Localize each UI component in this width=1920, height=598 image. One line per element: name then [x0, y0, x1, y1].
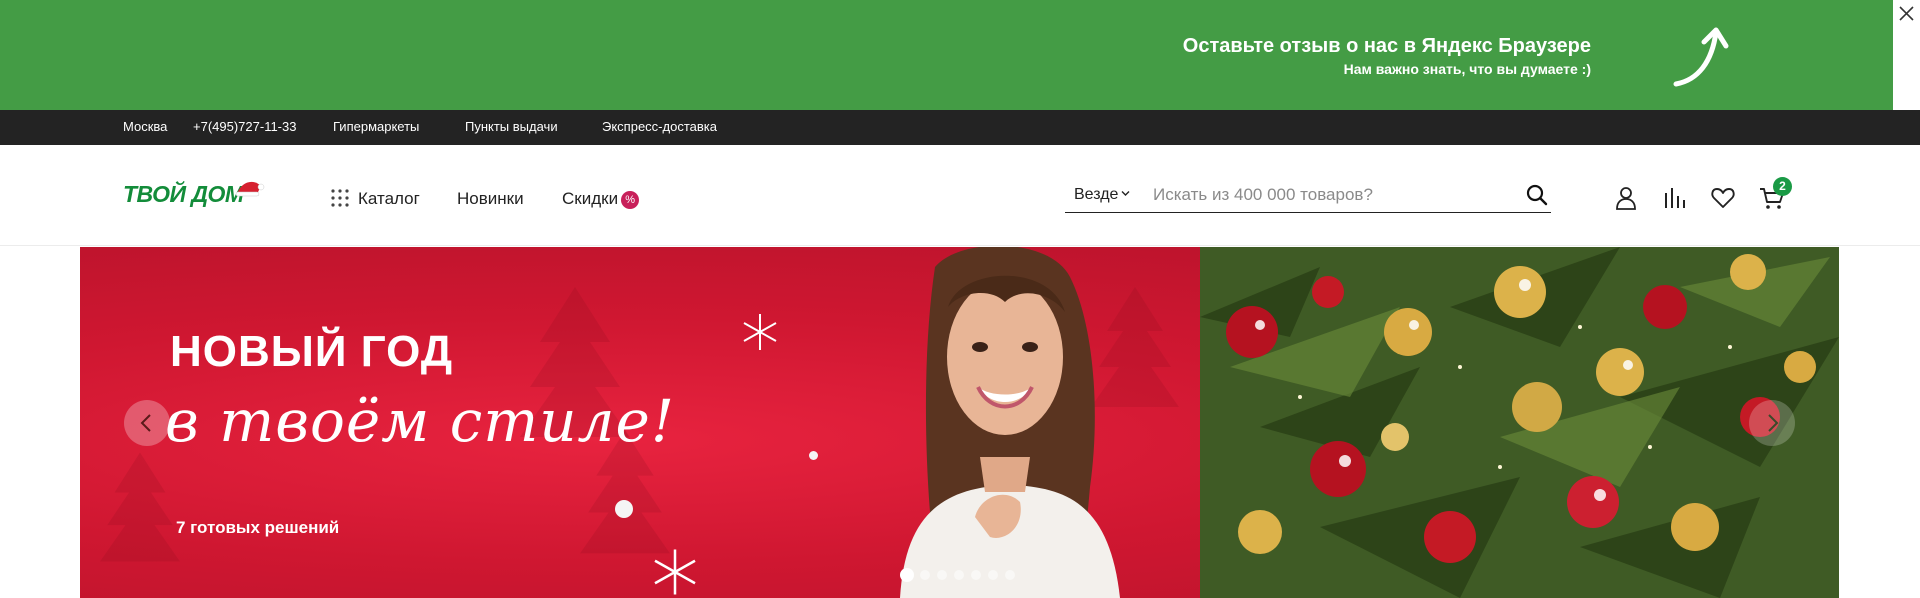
- logo-text: ТВОЙ ДОМ: [123, 181, 244, 207]
- christmas-tree-photo: [1200, 247, 1839, 598]
- catalog-grid-icon[interactable]: [330, 188, 350, 208]
- slider-next-button[interactable]: [1749, 400, 1795, 446]
- top-bar: Москва +7(495)727-11-33 Гипермаркеты Пун…: [0, 110, 1920, 145]
- promo-subtitle: Нам важно знать, что вы думаете :): [1343, 61, 1591, 77]
- nav-sale[interactable]: Скидки%: [562, 189, 640, 209]
- snow-ball: [615, 500, 633, 518]
- slider-prev-button[interactable]: [124, 400, 170, 446]
- nav-new[interactable]: Новинки: [457, 189, 524, 209]
- sale-badge: %: [621, 191, 640, 209]
- search-input[interactable]: [1153, 181, 1503, 209]
- snow-ball: [809, 451, 818, 460]
- chevron-down-icon: [1121, 191, 1130, 196]
- search-bar: Везде: [1065, 177, 1551, 213]
- topbar-link-hypermarkets[interactable]: Гипермаркеты: [333, 119, 419, 134]
- search-icon[interactable]: [1526, 184, 1548, 206]
- nav-catalog[interactable]: Каталог: [358, 189, 420, 209]
- arrow-up-right-icon: [1673, 27, 1729, 87]
- search-scope-dropdown[interactable]: Везде: [1074, 186, 1130, 204]
- heart-icon[interactable]: [1710, 185, 1736, 211]
- yandex-review-promo[interactable]: Оставьте отзыв о нас в Яндекс Браузере Н…: [0, 0, 1893, 110]
- promo-close-button[interactable]: [1893, 0, 1920, 27]
- slider-dot[interactable]: [900, 568, 914, 582]
- chevron-right-icon: [1768, 414, 1779, 432]
- topbar-link-pickup-points[interactable]: Пункты выдачи: [465, 119, 558, 134]
- snowflake-icon: [743, 314, 777, 350]
- slider-dot[interactable]: [920, 570, 930, 580]
- cart-count-badge: 2: [1773, 177, 1792, 196]
- logo[interactable]: ТВОЙ ДОМ: [123, 181, 265, 213]
- main-header: ТВОЙ ДОМ Каталог Новинки Скидки% Везде И…: [0, 145, 1920, 246]
- slider-dot[interactable]: [954, 570, 964, 580]
- phone-link[interactable]: +7(495)727-11-33: [193, 119, 296, 134]
- promo-title: Оставьте отзыв о нас в Яндекс Браузере: [1182, 35, 1591, 57]
- santa-hat-icon: [235, 181, 265, 197]
- snowflake-icon: [654, 549, 696, 595]
- slider-dot[interactable]: [937, 570, 947, 580]
- close-icon[interactable]: [1898, 5, 1915, 22]
- search-scope-label: Везде: [1074, 186, 1119, 203]
- chevron-left-icon: [140, 414, 151, 432]
- slider-dot[interactable]: [1005, 570, 1015, 580]
- woman-photo: [900, 247, 1120, 598]
- nav-sale-label: Скидки: [562, 189, 619, 208]
- topbar-link-express-delivery[interactable]: Экспресс-доставка: [602, 119, 717, 134]
- banner-subtitle: 7 готовых решений: [176, 518, 340, 537]
- banner-script-title: в твоём стиле!: [165, 387, 676, 455]
- city-selector[interactable]: Москва: [123, 119, 167, 134]
- slider-dot[interactable]: [988, 570, 998, 580]
- user-icon[interactable]: [1613, 185, 1639, 211]
- banner-title: НОВЫЙ ГОД: [170, 327, 454, 376]
- hero-banner[interactable]: НОВЫЙ ГОД в твоём стиле! 7 готовых решен…: [80, 247, 1839, 598]
- slider-dot[interactable]: [971, 570, 981, 580]
- compare-icon[interactable]: [1662, 185, 1688, 211]
- promo-text: Оставьте отзыв о нас в Яндекс Браузере Н…: [1183, 32, 1591, 78]
- bg-tree-icon: [100, 452, 180, 562]
